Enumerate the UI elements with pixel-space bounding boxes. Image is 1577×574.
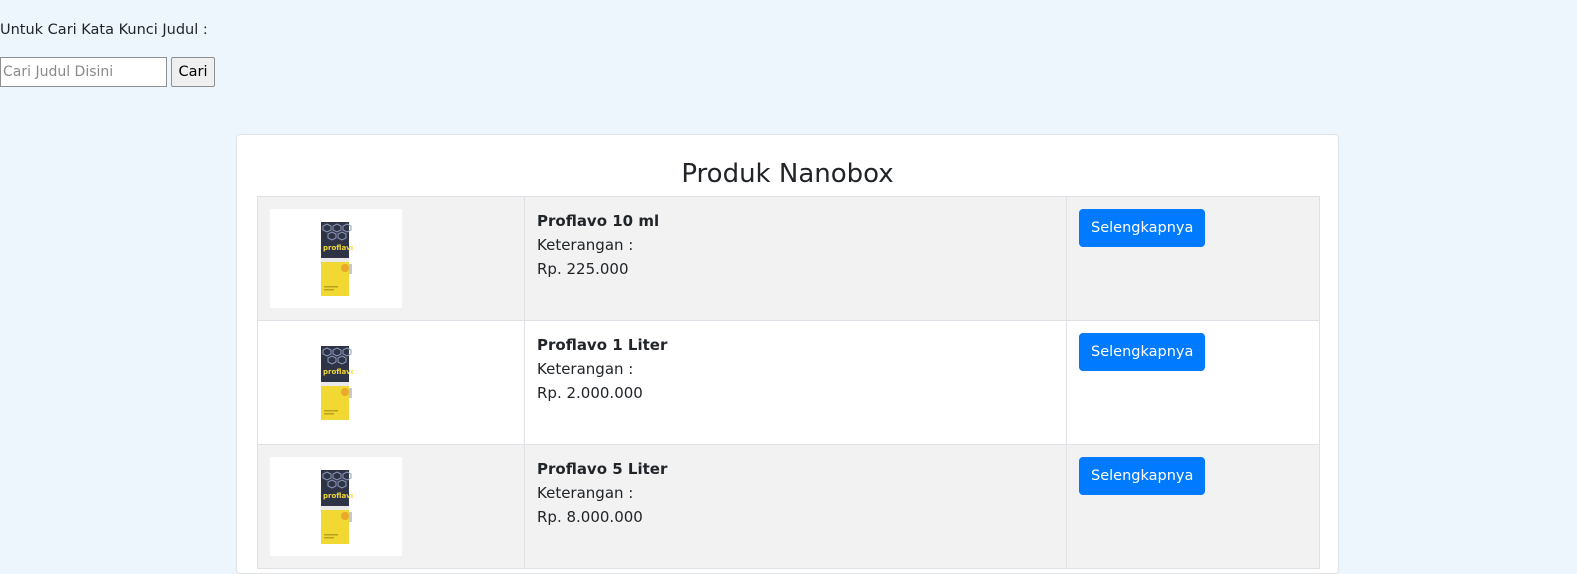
product-info-cell: Proflavo 1 Liter Keterangan : Rp. 2.000.… [524, 320, 1067, 445]
product-image-cell: proflavo [257, 444, 525, 569]
product-price: Rp. 8.000.000 [537, 508, 643, 526]
search-input[interactable] [0, 57, 167, 87]
product-price: Rp. 225.000 [537, 260, 629, 278]
products-card: Produk Nanobox proflavo Proflavo 10 ml K… [236, 134, 1339, 574]
product-info-cell: Proflavo 5 Liter Keterangan : Rp. 8.000.… [524, 444, 1067, 569]
product-image: proflavo [270, 209, 402, 308]
svg-text:proflavo: proflavo [323, 244, 353, 252]
product-image-cell: proflavo [257, 196, 525, 321]
table-row: proflavo Proflavo 5 Liter Keterangan : R… [257, 444, 1320, 569]
product-table: proflavo Proflavo 10 ml Keterangan : Rp.… [257, 196, 1320, 569]
search-label: Untuk Cari Kata Kunci Judul : [0, 22, 208, 38]
svg-text:proflavo: proflavo [323, 492, 353, 500]
product-action-cell: Selengkapnya [1066, 320, 1320, 445]
table-row: proflavo Proflavo 1 Liter Keterangan : R… [257, 320, 1320, 445]
table-row: proflavo Proflavo 10 ml Keterangan : Rp.… [257, 196, 1320, 321]
search-button[interactable]: Cari [171, 57, 215, 87]
proflavo-bottle-icon: proflavo [321, 345, 353, 420]
detail-button[interactable]: Selengkapnya [1079, 333, 1206, 371]
product-price: Rp. 2.000.000 [537, 384, 643, 402]
product-description-label: Keterangan : [537, 236, 634, 254]
product-description-label: Keterangan : [537, 360, 634, 378]
product-action-cell: Selengkapnya [1066, 444, 1320, 569]
product-info-cell: Proflavo 10 ml Keterangan : Rp. 225.000 [524, 196, 1067, 321]
product-name: Proflavo 5 Liter [537, 460, 668, 478]
product-name: Proflavo 1 Liter [537, 336, 668, 354]
product-image: proflavo [270, 457, 402, 556]
product-name: Proflavo 10 ml [537, 212, 660, 230]
product-action-cell: Selengkapnya [1066, 196, 1320, 321]
product-image-cell: proflavo [257, 320, 525, 445]
search-form: Cari [0, 57, 215, 87]
detail-button[interactable]: Selengkapnya [1079, 457, 1206, 495]
product-description-label: Keterangan : [537, 484, 634, 502]
detail-button[interactable]: Selengkapnya [1079, 209, 1206, 247]
product-image: proflavo [270, 333, 402, 432]
proflavo-bottle-icon: proflavo [321, 221, 353, 296]
proflavo-bottle-icon: proflavo [321, 469, 353, 544]
page-title: Produk Nanobox [681, 159, 894, 189]
svg-text:proflavo: proflavo [323, 368, 353, 376]
